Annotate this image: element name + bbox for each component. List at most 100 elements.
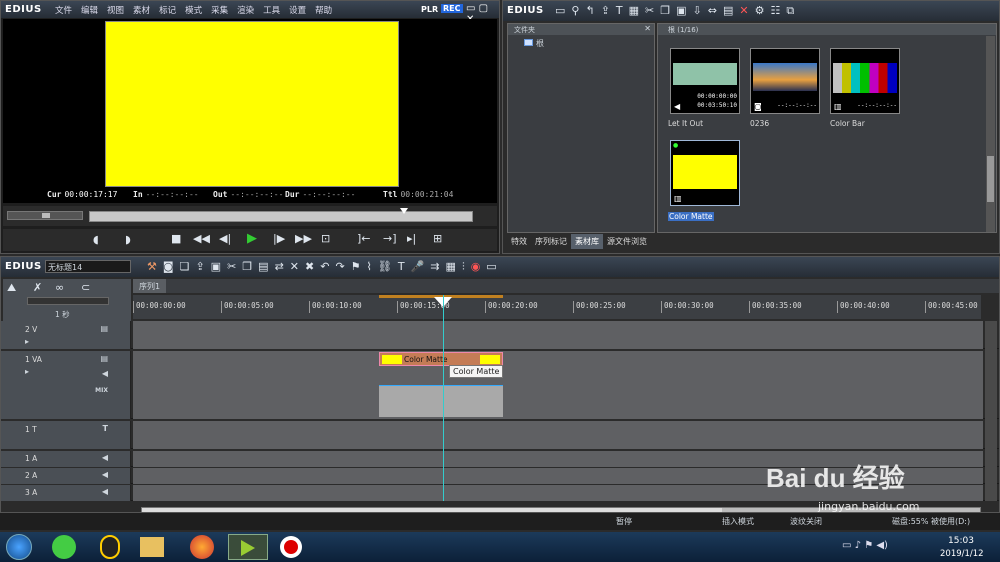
mute-icon[interactable]: ◀ [102,369,108,378]
track-lane[interactable] [133,421,983,449]
playhead-marker[interactable] [400,208,408,214]
bin-tab[interactable]: 源文件浏览 [603,234,651,249]
record-icon[interactable]: ◉ [471,260,481,273]
properties-icon[interactable]: ⚙ [755,4,765,17]
loop-icon[interactable]: ⊡ [321,232,330,245]
view-icon[interactable]: ☷ [770,4,780,17]
close-icon[interactable]: ✕ [644,24,651,33]
delete-icon[interactable]: ✕ [290,260,299,273]
bin-tab[interactable]: 特效 [507,234,531,249]
open-icon[interactable]: ⇪ [195,260,204,273]
paste-icon[interactable]: ▤ [258,260,268,273]
overwrite-icon[interactable]: →] [383,232,397,245]
link-icon[interactable]: ⛓ [378,260,392,273]
scene-icon[interactable]: ▤ [723,4,733,17]
export-icon[interactable]: ⇉ [430,260,439,273]
search-icon[interactable]: ⚲ [571,4,579,17]
menu-item[interactable]: 渲染 [237,4,254,16]
paste-icon[interactable]: ▣ [676,4,686,17]
plr-label[interactable]: PLR [421,5,438,14]
undo-icon[interactable]: ↶ [320,260,329,273]
mix-label[interactable]: MIX [95,387,108,394]
new-icon[interactable]: ❏ [180,260,190,273]
track-lane[interactable]: Color Matte Color Matte [133,351,983,419]
vertical-scrollbar[interactable] [985,321,997,501]
add-marker-icon[interactable]: ⚑ [351,260,361,273]
menu-item[interactable]: 设置 [289,4,306,16]
project-name[interactable]: 无标题14 [45,260,131,273]
cut-icon[interactable]: ✂ [645,4,654,17]
replace-icon[interactable]: ⇄ [275,260,284,273]
clip-thumb-colormatte[interactable]: ● ▥ [670,140,740,206]
folder-icon[interactable]: ▭ [555,4,565,17]
menu-item[interactable]: 视图 [107,4,124,16]
start-button[interactable] [6,534,32,560]
copy-icon[interactable]: ❐ [242,260,252,273]
mode-icon[interactable]: ⛰ [7,281,16,295]
color-bar-icon[interactable]: ▦ [629,4,639,17]
track-header[interactable]: 1 VA ▤ ▸ ◀ MIX [1,351,131,419]
shuttle-slider[interactable] [7,211,83,220]
redo-icon[interactable]: ↷ [335,260,344,273]
copy-icon[interactable]: ❐ [660,4,670,17]
status-insert-mode[interactable]: 插入模式 [722,516,754,527]
match-frame-icon[interactable]: ▸| [407,232,416,245]
track-header[interactable]: 3 A ◀ [1,485,131,501]
mic-icon[interactable]: 🎤 [411,260,425,273]
step-forward-icon[interactable]: |▶ [273,232,285,245]
mixer-icon[interactable]: ⫶ [462,260,465,274]
track-header[interactable]: 1 TT [1,421,131,449]
speaker-icon[interactable]: ◀ [102,453,108,462]
menu-item[interactable]: 编辑 [81,4,98,16]
scale-selector[interactable]: 1 秒 [55,309,70,320]
track-lane[interactable] [133,321,983,349]
open-clip-icon[interactable]: ⇪ [601,4,610,17]
ripple-delete-icon[interactable]: ✖ [305,260,314,273]
expand-icon[interactable]: ▸ [25,367,29,376]
save-icon[interactable]: ▣ [211,260,221,273]
bin-scrollbar[interactable] [986,36,995,232]
layout-icon[interactable]: ▭ [486,260,496,273]
link-icon[interactable]: ∞ [55,281,64,294]
track-header[interactable]: 1 A ◀ [1,451,131,467]
menu-item[interactable]: 标记 [159,4,176,16]
clock-time[interactable]: 15:03 [948,536,974,546]
title-icon[interactable]: T [616,4,623,17]
timecode-ruler[interactable]: 00:00:00:00 00:00:05:00 00:00:10:00 00:00:1… [133,295,981,319]
mark-in-icon[interactable]: ◖ [93,233,99,246]
add-to-timeline-icon[interactable]: ⇩ [693,4,702,17]
menu-dropdown-icon[interactable]: ⊞ [433,232,442,245]
speaker-icon[interactable]: ◀ [102,487,108,496]
app-icon-360[interactable] [52,535,76,559]
expand-icon[interactable]: ▸ [25,337,29,346]
magic-wand-icon[interactable]: ⚒ [147,260,157,273]
clip-thumb-audio[interactable]: 00:00:00:00 00:03:50:10 ◀ [670,48,740,114]
overwrite-bin-icon[interactable]: ⇔ [708,4,717,17]
capture-icon[interactable]: ◙ [163,260,174,273]
bin-tab[interactable]: 素材库 [571,234,603,249]
fast-forward-icon[interactable]: ▶▶ [295,232,312,245]
clip-thumb-image[interactable]: --:--:--:-- ◙ [750,48,820,114]
rewind-icon[interactable]: ◀◀ [193,232,210,245]
group-icon[interactable]: ⊂ [81,281,90,294]
tray-icons[interactable]: ▭ ♪ ⚑ ◀) [842,540,888,551]
menu-item[interactable]: 文件 [55,4,72,16]
app-icon-recorder[interactable] [280,536,302,558]
clip-thumb-colorbar[interactable]: --:--:--:-- ▥ [830,48,900,114]
timeline-clip-audio[interactable] [379,385,503,417]
status-ripple[interactable]: 波纹关闭 [790,516,822,527]
position-slider[interactable] [89,211,473,222]
menu-item[interactable]: 采集 [211,4,228,16]
step-back-icon[interactable]: ◀| [219,232,231,245]
menu-item[interactable]: 素材 [133,4,150,16]
window-icon[interactable]: ⧉ [786,4,794,18]
track-header[interactable]: 2 A ◀ [1,468,131,484]
menu-item[interactable]: 模式 [185,4,202,16]
rec-label[interactable]: REC [441,4,463,13]
speaker-icon[interactable]: ◀ [102,470,108,479]
timeline-clip-video[interactable]: Color Matte [379,352,503,366]
menu-item[interactable]: 工具 [263,4,280,16]
title-icon[interactable]: T [398,260,405,273]
sync-icon[interactable]: ✗ [33,281,42,294]
menu-item[interactable]: 帮助 [315,4,332,16]
